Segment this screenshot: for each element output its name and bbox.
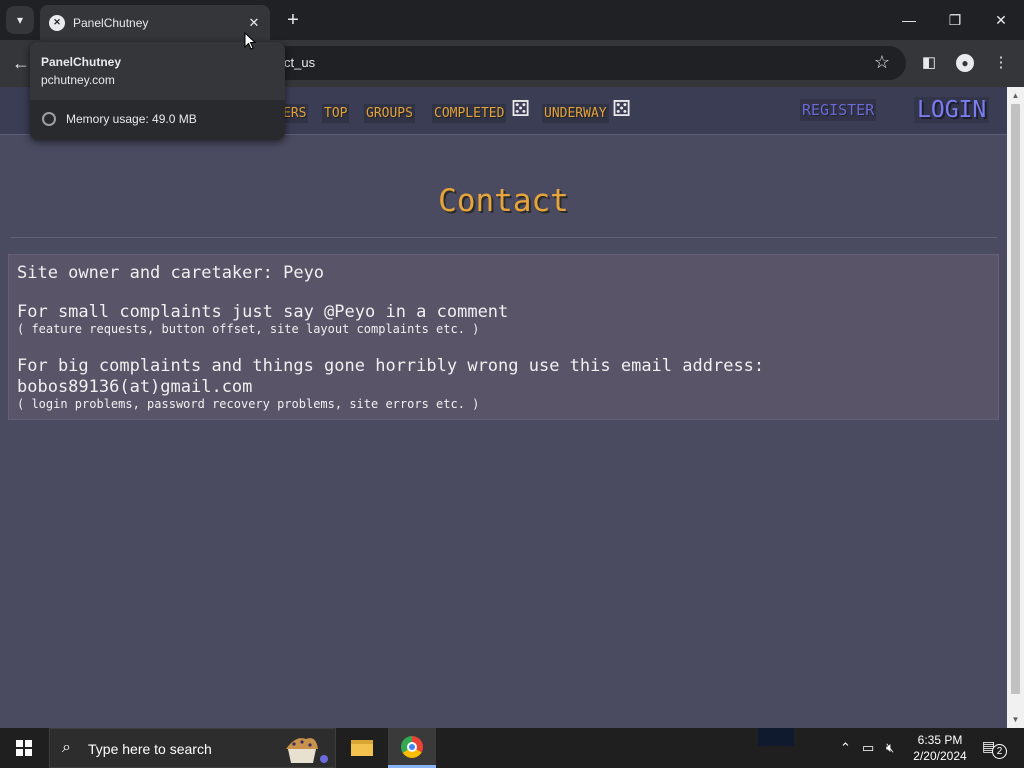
window-close-button[interactable]: ✕ [986, 8, 1016, 32]
new-tab-button[interactable]: + [282, 9, 304, 31]
chrome-icon [401, 735, 423, 758]
system-clock[interactable]: 6:35 PM 2/20/2024 [908, 732, 972, 764]
clock-time: 6:35 PM [917, 733, 963, 747]
url-text: ct_us [284, 55, 316, 70]
divider [10, 237, 997, 238]
nav-link-top[interactable]: TOP [322, 104, 350, 123]
browser-tabstrip: ▾ ✕ PanelChutney ✕ + — ❐ ✕ [0, 0, 1024, 40]
hover-card-domain: pchutney.com [41, 73, 115, 87]
minimize-button[interactable]: — [894, 8, 924, 32]
big-complaints-note: ( login problems, password recovery prob… [17, 397, 480, 411]
mouse-cursor-icon [244, 32, 256, 50]
page-content: ERS TOP GROUPS COMPLETED ⚄ UNDERWAY ⚄ RE… [0, 87, 1007, 728]
start-button[interactable] [0, 728, 48, 768]
scroll-up-icon[interactable]: ▲ [1007, 87, 1024, 104]
profile-avatar-icon[interactable]: ● [954, 52, 976, 74]
page-scrollbar[interactable]: ▲ ▼ [1007, 87, 1024, 728]
notification-center-button[interactable]: ▤ 2 [982, 738, 1007, 759]
network-icon[interactable]: ▭ [862, 740, 874, 756]
back-arrow-icon[interactable]: ← [10, 52, 32, 74]
taskbar-search[interactable]: ⌕ Type here to search [49, 728, 336, 768]
file-explorer-button[interactable] [338, 728, 386, 768]
nav-link-ers[interactable]: ERS [281, 104, 309, 123]
tab-hover-card: PanelChutney pchutney.com Memory usage: … [30, 42, 285, 140]
hover-card-title: PanelChutney [41, 55, 122, 69]
volume-muted-icon[interactable]: 🔇︎ [886, 740, 894, 756]
login-link[interactable]: LOGIN [914, 97, 990, 123]
small-complaints-text: For small complaints just say @Peyo in a… [17, 302, 509, 322]
chevron-down-icon: ▾ [16, 13, 24, 27]
restore-button[interactable]: ❐ [940, 8, 970, 32]
chevron-up-icon[interactable]: ⌃ [840, 740, 851, 756]
taskbar-thumbnail [758, 728, 794, 746]
folder-icon [351, 740, 373, 756]
bookmark-star-icon[interactable]: ☆ [874, 52, 890, 73]
scrollbar-thumb[interactable] [1011, 104, 1020, 694]
dice-icon: ⚄ [612, 96, 632, 121]
memory-gauge-icon [42, 112, 56, 126]
tab-search-button[interactable]: ▾ [6, 6, 34, 34]
page-title: Contact [438, 183, 569, 219]
side-panel-icon[interactable]: ◧ [918, 52, 940, 74]
memory-usage-text: Memory usage: 49.0 MB [66, 112, 197, 126]
tab-close-icon[interactable]: ✕ [246, 15, 262, 31]
scroll-down-icon[interactable]: ▼ [1007, 711, 1024, 728]
windows-taskbar: ⌕ Type here to search ⌃ ▭ 🔇︎ 6:35 PM 2/2… [0, 728, 1024, 768]
register-link[interactable]: REGISTER [800, 99, 877, 121]
clock-date: 2/20/2024 [913, 749, 967, 763]
tab-title: PanelChutney [73, 15, 149, 30]
owner-line: Site owner and caretaker: Peyo [17, 263, 325, 283]
browser-tab[interactable]: ✕ PanelChutney ✕ [40, 5, 270, 40]
site-favicon-icon: ✕ [49, 14, 65, 31]
search-icon: ⌕ [62, 739, 71, 756]
contact-panel: Site owner and caretaker: Peyo For small… [8, 254, 999, 420]
muffin-illustration-icon [286, 738, 328, 763]
menu-dots-icon[interactable]: ⋮ [990, 52, 1012, 74]
big-complaints-text: For big complaints and things gone horri… [17, 356, 765, 376]
nav-link-completed[interactable]: COMPLETED [432, 104, 507, 123]
notification-count-badge: 2 [992, 744, 1007, 759]
windows-logo-icon [16, 740, 32, 756]
small-complaints-note: ( feature requests, button offset, site … [17, 322, 480, 336]
nav-link-groups[interactable]: GROUPS [364, 104, 415, 123]
chrome-taskbar-button[interactable] [388, 728, 436, 768]
search-placeholder: Type here to search [88, 741, 212, 757]
nav-link-underway[interactable]: UNDERWAY [542, 104, 609, 123]
dice-icon: ⚄ [511, 96, 531, 121]
contact-email: bobos89136(at)gmail.com [17, 377, 253, 397]
